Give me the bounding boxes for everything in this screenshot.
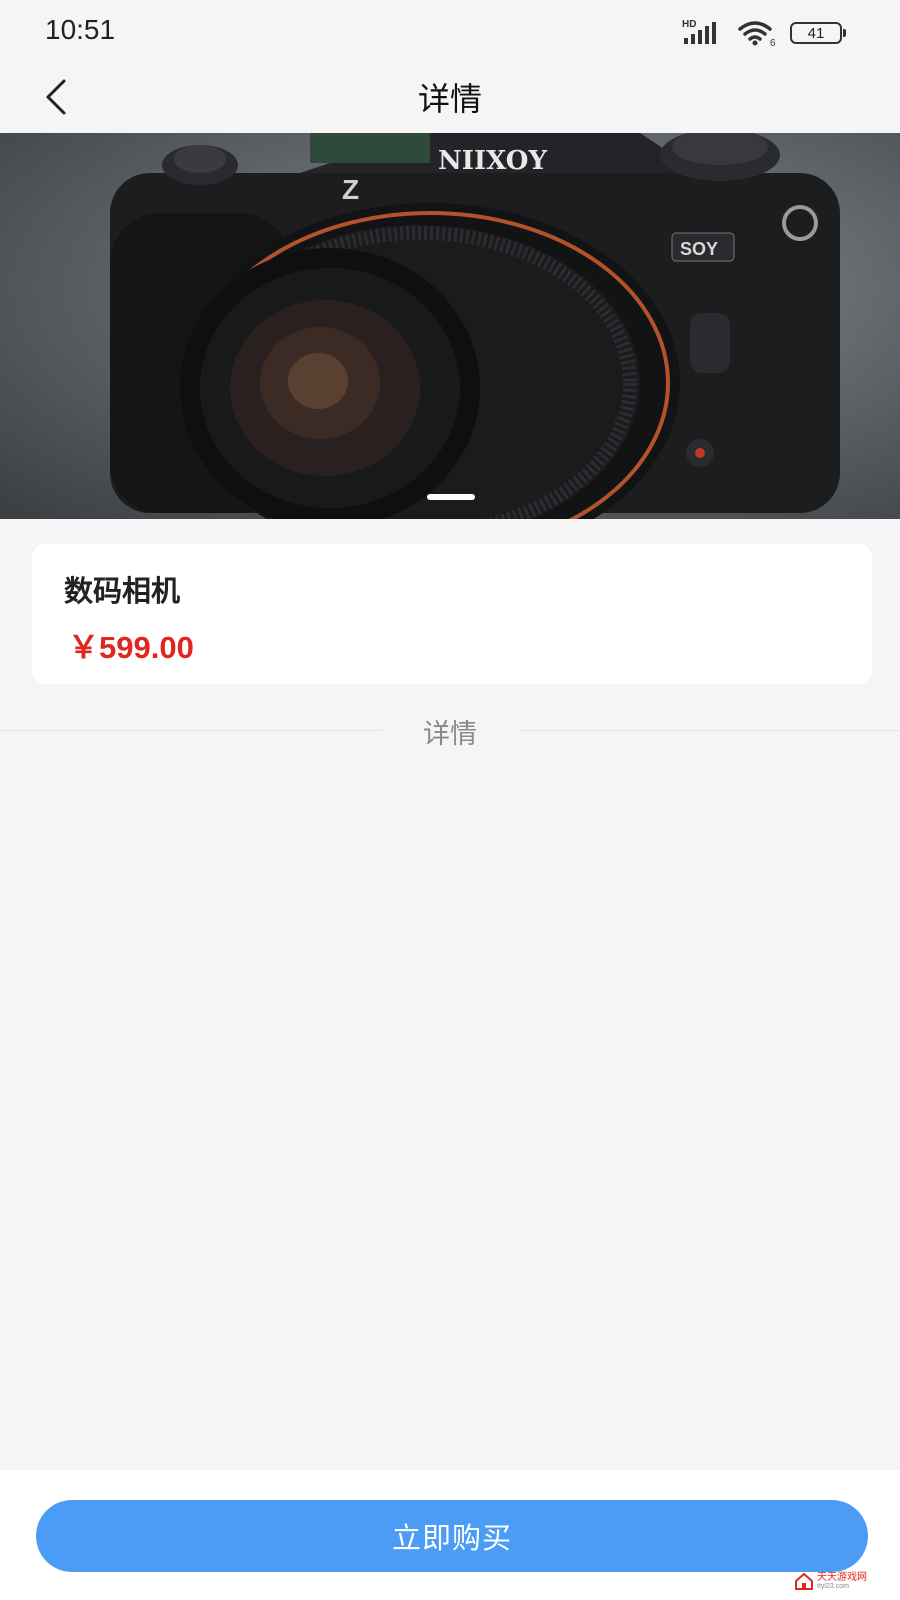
camera-brand-text: NIIXOY — [438, 146, 547, 176]
wifi-badge: 6 — [770, 38, 776, 48]
product-info-card: 数码相机 ￥599.00 — [32, 544, 872, 684]
watermark-url: ttyl23.com — [817, 1582, 849, 1590]
camera-product-image: NIIXOY Z SOY — [110, 133, 840, 519]
status-icons: HD 6 41 — [682, 18, 846, 48]
battery-level: 41 — [807, 24, 825, 42]
battery-icon: 41 — [790, 22, 846, 44]
camera-model-badge: Z — [342, 174, 359, 205]
carousel-indicator — [427, 494, 475, 500]
product-price: ￥599.00 — [68, 630, 194, 665]
product-image-carousel[interactable]: NIIXOY Z SOY — [0, 133, 900, 519]
page-title: 详情 — [417, 80, 482, 118]
watermark-name: 天天游戏网 — [817, 1571, 867, 1583]
watermark: 天天游戏网 ttyl23.com — [794, 1564, 884, 1598]
wifi-icon: 6 — [738, 21, 776, 48]
house-logo-icon — [795, 1572, 813, 1590]
cellular-signal-icon: HD — [682, 19, 716, 44]
status-bar: 10:51 HD 6 41 — [0, 0, 900, 62]
status-time: 10:51 — [45, 14, 116, 45]
bottom-action-bar: 立即购买 天天游戏网 ttyl23.com — [0, 1470, 900, 1600]
camera-side-badge: SOY — [680, 239, 718, 259]
nav-bar: 详情 — [0, 62, 900, 132]
product-name: 数码相机 — [64, 574, 181, 608]
network-type-label: HD — [682, 19, 696, 30]
detail-section-label: 详情 — [423, 719, 477, 750]
buy-now-button[interactable]: 立即购买 — [36, 1500, 868, 1572]
